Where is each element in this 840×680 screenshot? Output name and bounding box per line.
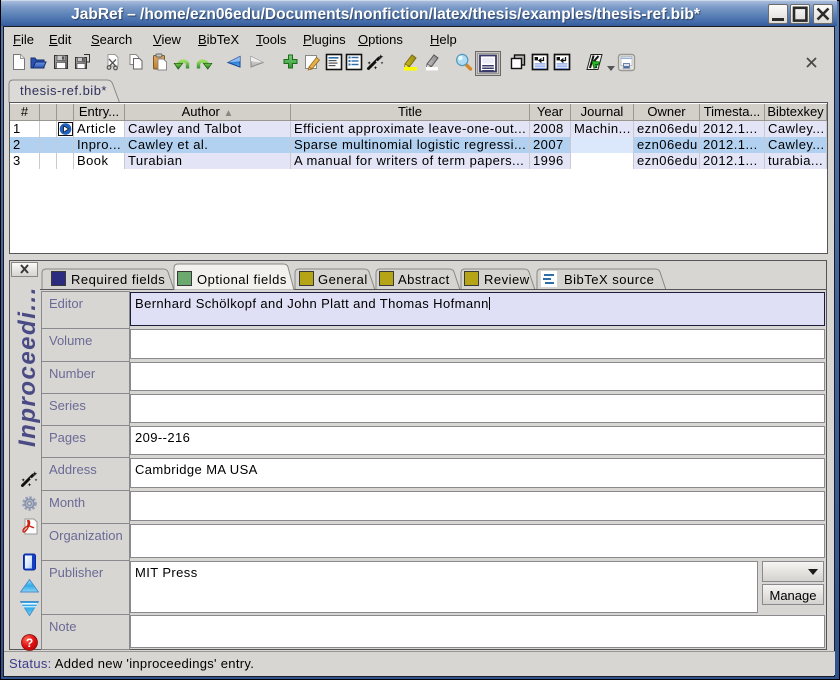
- svg-text:?: ?: [26, 636, 33, 650]
